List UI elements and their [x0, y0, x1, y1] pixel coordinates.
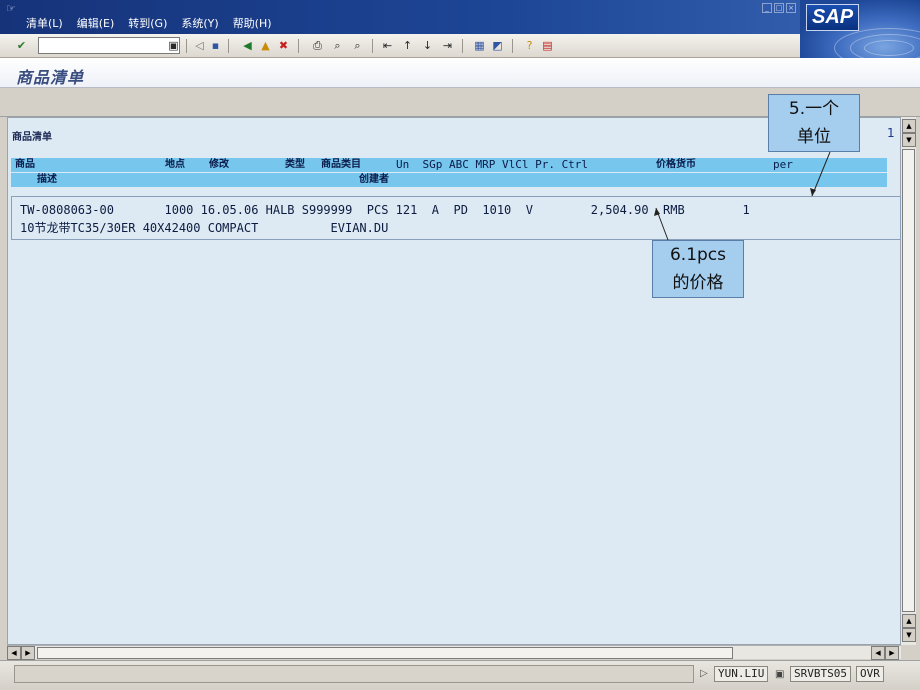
price-callout-line-1: 6.1pcs: [669, 245, 727, 265]
price-callout: 6.1pcs 的价格: [652, 240, 744, 298]
unit-callout-arrow: [811, 151, 831, 197]
unit-callout: 5.一个 单位: [768, 94, 860, 152]
unit-callout-line-1: 5.一个: [788, 99, 840, 119]
price-callout-arrowhead: [654, 208, 660, 216]
price-callout-line-2: 的价格: [672, 273, 724, 293]
unit-callout-line-2: 单位: [797, 127, 831, 147]
